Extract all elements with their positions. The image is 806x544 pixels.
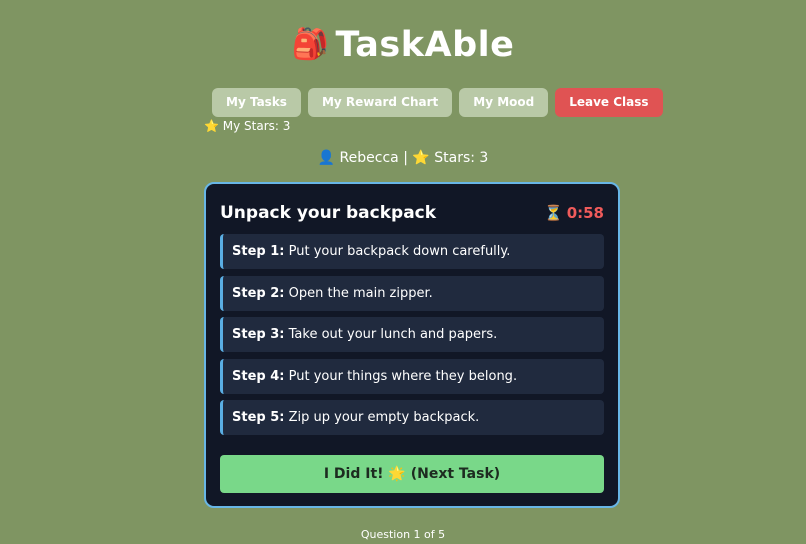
star-icon: ⭐ (204, 119, 219, 133)
step-text: Take out your lunch and papers. (288, 327, 498, 342)
app-title-text: TaskAble (335, 25, 515, 65)
task-timer: ⏳ 0:58 (544, 202, 604, 224)
step-item: Step 1: Put your backpack down carefully… (220, 234, 604, 269)
step-item: Step 5: Zip up your empty backpack. (220, 400, 604, 435)
my-mood-button[interactable]: My Mood (459, 88, 549, 117)
my-stars-label: My Stars: 3 (222, 119, 291, 133)
user-status-line: 👤 Rebecca | ⭐ Stars: 3 (0, 148, 806, 168)
step-text: Put your backpack down carefully. (288, 244, 511, 259)
my-tasks-button[interactable]: My Tasks (212, 88, 301, 117)
step-item: Step 3: Take out your lunch and papers. (220, 317, 604, 352)
task-card: Unpack your backpack ⏳ 0:58 Step 1: Put y… (204, 182, 620, 508)
my-reward-chart-button[interactable]: My Reward Chart (307, 88, 453, 117)
hourglass-icon: ⏳ (544, 204, 563, 222)
timer-value: 0:58 (566, 204, 604, 222)
step-label: Step 1: (232, 244, 285, 259)
my-stars-counter: ⭐ My Stars: 3 (204, 118, 290, 134)
step-label: Step 3: (232, 327, 285, 342)
leave-class-button[interactable]: Leave Class (555, 88, 663, 117)
task-title: Unpack your backpack (220, 203, 437, 223)
nav-bar: My Tasks My Reward Chart My Mood Leave C… (212, 88, 663, 117)
step-label: Step 4: (232, 368, 285, 384)
step-label: Step 5: (232, 410, 285, 425)
step-label: Step 2: (232, 285, 285, 301)
app-title: 🎒 TaskAble (0, 24, 806, 66)
step-item: Step 4: Put your things where they belon… (220, 358, 604, 394)
question-progress: Question 1 of 5 (360, 528, 446, 541)
user-icon: 👤 (317, 150, 336, 166)
step-text: Zip up your empty backpack. (288, 410, 480, 425)
user-stars-label: Stars: 3 (434, 150, 489, 166)
star-icon: ⭐ (412, 150, 430, 166)
step-list: Step 1: Put your backpack down carefully… (220, 234, 604, 442)
separator: | (403, 150, 408, 166)
step-text: Open the main zipper. (288, 285, 433, 301)
step-text: Put your things where they belong. (288, 368, 518, 384)
step-item: Step 2: Open the main zipper. (220, 275, 604, 311)
user-name: Rebecca (339, 150, 399, 166)
i-did-it-button[interactable]: I Did It! 🌟 (Next Task) (220, 455, 604, 493)
backpack-icon: 🎒 (291, 27, 330, 62)
